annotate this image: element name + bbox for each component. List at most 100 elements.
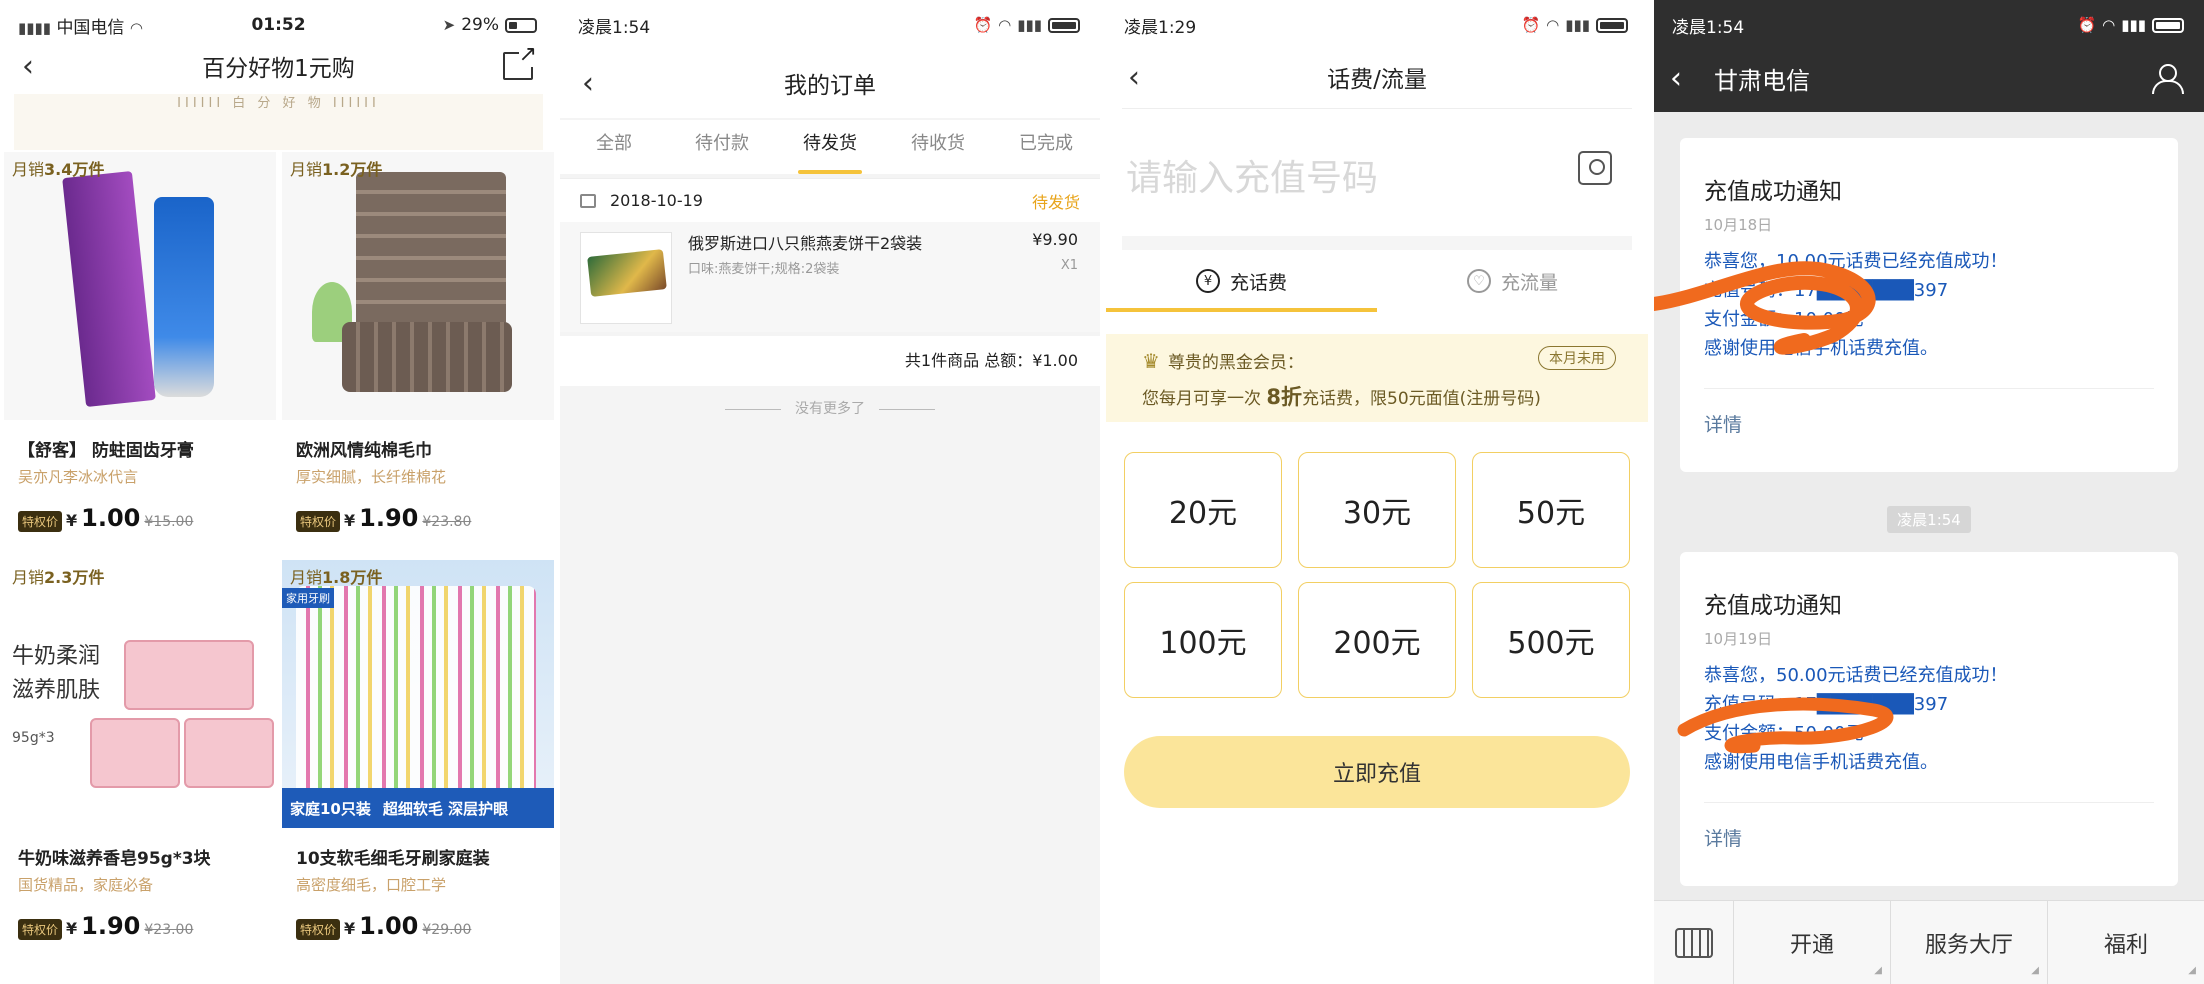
toothpaste-box-image xyxy=(62,170,156,408)
order-item[interactable]: 俄罗斯进口八只熊燕麦饼干2袋装 口味:燕麦饼干;规格:2袋装 ¥9.90 X1 xyxy=(560,222,1100,332)
amount-option[interactable]: 500元 xyxy=(1472,582,1630,698)
tab-pending-payment[interactable]: 待付款 xyxy=(668,120,776,174)
battery-percent: 29% xyxy=(461,15,499,35)
product-card[interactable]: 月销1.2万件 欧洲风情纯棉毛巾 厚实细腻，长纤维棉花 特权价 ¥1.90 ¥23.… xyxy=(282,152,554,552)
status-time: 凌晨1:29 xyxy=(1124,17,1197,38)
item-spec: 口味:燕麦饼干;规格:2袋装 xyxy=(688,262,840,277)
product-name: 【舒客】 防蛀固齿牙膏 xyxy=(18,441,194,461)
calendar-icon xyxy=(580,193,596,208)
tab-pending-shipment[interactable]: 待发货 xyxy=(776,120,884,174)
message-body: 恭喜您，50.00元话费已经充值成功！ 充值号码：17███████397 支付… xyxy=(1704,665,2008,773)
page-title: 我的订单 xyxy=(784,73,876,99)
menu-item-service-hall[interactable]: 服务大厅 xyxy=(1891,901,2048,984)
order-tabs: 全部 待付款 待发货 待收货 已完成 xyxy=(560,120,1100,174)
status-bar: 凌晨1:54 ⏰ ◠ ▮▮▮ xyxy=(1654,0,2204,50)
status-bar: 凌晨1:54 ⏰ ◠ ▮▮▮ xyxy=(560,0,1100,50)
tab-all[interactable]: 全部 xyxy=(560,120,668,174)
phone-number-input[interactable]: 请输入充值号码 xyxy=(1122,108,1632,236)
keyboard-icon xyxy=(1674,927,1713,958)
contacts-icon[interactable] xyxy=(1578,151,1612,185)
keyboard-toggle[interactable] xyxy=(1654,901,1734,984)
details-link[interactable]: 详情 xyxy=(1704,824,1742,851)
recharge-tabs: ¥ 充话费 ♡ 充流量 xyxy=(1106,250,1648,312)
product-grid: 月销3.4万件 【舒客】 防蛀固齿牙膏 吴亦凡李冰冰代言 特权价 ¥1.00 ¥15… xyxy=(4,152,554,960)
nav-bar: ‹ 话费/流量 xyxy=(1106,42,1648,112)
nav-bar: ‹ 甘肃电信 xyxy=(1654,44,2204,112)
product-card[interactable]: 月销2.3万件 牛奶柔润 滋养肌肤 95g*3 牛奶味滋养香皂95g*3块 国货精… xyxy=(4,560,276,960)
share-icon[interactable] xyxy=(503,42,537,80)
page-title: 百分好物1元购 xyxy=(202,56,355,82)
alarm-icon: ⏰ xyxy=(1521,16,1541,34)
product-card[interactable]: 月销1.8万件 家用牙刷 家庭10只装 超细软毛 深层护眼 10支软毛细毛牙刷家庭… xyxy=(282,560,554,960)
amount-option[interactable]: 30元 xyxy=(1298,452,1456,568)
back-icon[interactable]: ‹ xyxy=(1128,60,1140,95)
details-link[interactable]: 详情 xyxy=(1704,410,1742,437)
product-price: 特权价 ¥1.90 ¥23.00 xyxy=(18,912,193,940)
pulse-icon: ♡ xyxy=(1466,269,1491,293)
product-subtitle: 吴亦凡李冰冰代言 xyxy=(18,468,139,486)
yuan-icon: ¥ xyxy=(1195,269,1220,293)
location-icon: ➤ xyxy=(442,16,456,34)
message-card[interactable]: 充值成功通知 10月19日 恭喜您，50.00元话费已经充值成功！ 充值号码：1… xyxy=(1680,552,2178,886)
battery-icon xyxy=(2152,17,2184,33)
user-icon[interactable] xyxy=(2152,64,2184,94)
item-name: 俄罗斯进口八只熊燕麦饼干2袋装 xyxy=(688,234,923,253)
product-image: 月销3.4万件 xyxy=(4,152,276,420)
crown-icon: ♛ xyxy=(1142,348,1160,373)
product-image: 月销1.2万件 xyxy=(282,152,554,420)
page-title: 话费/流量 xyxy=(1327,67,1427,93)
toothbrush-image xyxy=(296,586,536,796)
product-price: 特权价 ¥1.00 ¥15.00 xyxy=(18,504,193,532)
product-subtitle: 高密度细毛，口腔工学 xyxy=(296,876,447,894)
product-image: 月销1.8万件 家用牙刷 家庭10只装 超细软毛 深层护眼 xyxy=(282,560,554,828)
nav-bar: ‹ 我的订单 xyxy=(560,48,1100,118)
product-price: 特权价 ¥1.00 ¥29.00 xyxy=(296,912,471,940)
amount-option[interactable]: 100元 xyxy=(1124,582,1282,698)
phone-input-placeholder: 请输入充值号码 xyxy=(1126,158,1379,199)
message-body: 恭喜您，10.00元话费已经充值成功！ 充值号码：17███████397 支付… xyxy=(1704,251,2008,359)
product-name: 欧洲风情纯棉毛巾 xyxy=(296,441,432,461)
message-title: 充值成功通知 xyxy=(1704,179,1842,205)
nav-bar: ‹ 百分好物1元购 xyxy=(0,36,557,96)
tab-pending-receipt[interactable]: 待收货 xyxy=(884,120,992,174)
order-date: 2018-10-19 xyxy=(610,191,703,210)
battery-icon xyxy=(1048,17,1080,33)
orders-screen: 凌晨1:54 ⏰ ◠ ▮▮▮ ‹ 我的订单 全部 待付款 待发货 待收货 已完成 2… xyxy=(560,0,1100,984)
message-title: 充值成功通知 xyxy=(1704,593,1842,619)
tab-data[interactable]: ♡ 充流量 xyxy=(1377,250,1648,312)
message-card[interactable]: 充值成功通知 10月18日 恭喜您，10.00元话费已经充值成功！ 充值号码：1… xyxy=(1680,138,2178,472)
item-price: ¥9.90 xyxy=(1032,230,1078,249)
product-image: 月销2.3万件 牛奶柔润 滋养肌肤 95g*3 xyxy=(4,560,276,828)
amount-option[interactable]: 20元 xyxy=(1124,452,1282,568)
tab-phone-credit[interactable]: ¥ 充话费 xyxy=(1106,250,1377,312)
item-quantity: X1 xyxy=(1060,258,1078,273)
wifi-icon: ◠ xyxy=(2102,16,2116,34)
order-total: 共1件商品 总额：¥1.00 xyxy=(560,336,1100,386)
shop-screen: ▮▮▮▮ 中国电信 ◠ 01:52 ➤29% ‹ 百分好物1元购 IIIIII … xyxy=(0,0,557,984)
vip-banner: ♛ 尊贵的黑金会员： 您每月可享一次 8折充话费，限50元面值(注册号码) 本月未… xyxy=(1106,334,1648,422)
tab-completed[interactable]: 已完成 xyxy=(992,120,1100,174)
alarm-icon: ⏰ xyxy=(2077,16,2097,34)
amount-option[interactable]: 200元 xyxy=(1298,582,1456,698)
back-icon[interactable]: ‹ xyxy=(582,66,594,101)
soap-image xyxy=(124,640,254,710)
menu-item-activate[interactable]: 开通 xyxy=(1734,901,1891,984)
bottom-menu: 开通 服务大厅 福利 xyxy=(1654,900,2204,984)
product-subtitle: 国货精品，家庭必备 xyxy=(18,876,154,894)
back-icon[interactable]: ‹ xyxy=(1670,61,1682,96)
product-card[interactable]: 月销3.4万件 【舒客】 防蛀固齿牙膏 吴亦凡李冰冰代言 特权价 ¥1.00 ¥15… xyxy=(4,152,276,552)
product-name: 牛奶味滋养香皂95g*3块 xyxy=(18,849,211,869)
menu-item-benefits[interactable]: 福利 xyxy=(2048,901,2204,984)
item-thumbnail xyxy=(580,232,672,324)
message-date: 10月18日 xyxy=(1704,216,1773,234)
order-status: 待发货 xyxy=(1031,192,1080,212)
battery-icon xyxy=(1596,17,1628,33)
alarm-icon: ⏰ xyxy=(973,16,993,34)
amount-option[interactable]: 50元 xyxy=(1472,452,1630,568)
order-header: 2018-10-19 待发货 xyxy=(560,178,1100,222)
back-icon[interactable]: ‹ xyxy=(22,49,34,84)
recharge-now-button[interactable]: 立即充值 xyxy=(1124,736,1630,808)
signal-icon: ▮▮▮ xyxy=(2121,16,2146,34)
page-title: 甘肃电信 xyxy=(1714,66,1810,95)
battery-icon xyxy=(505,17,537,33)
